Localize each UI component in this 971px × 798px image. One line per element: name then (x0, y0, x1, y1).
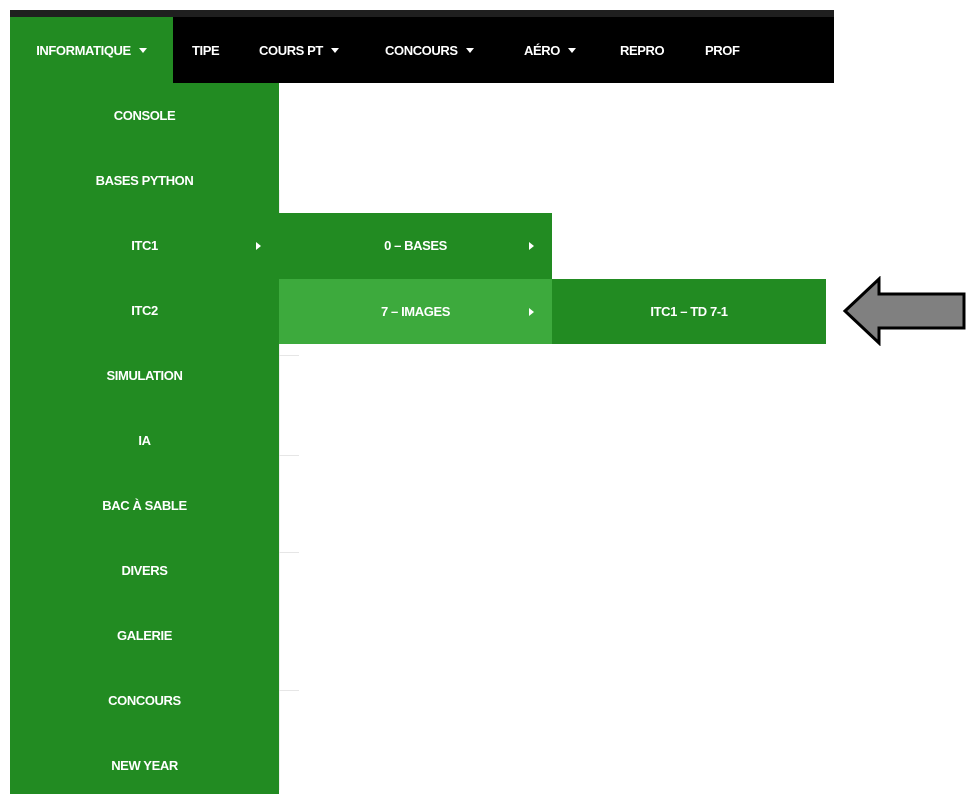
nav-item-repro[interactable]: REPRO (620, 17, 665, 83)
menu-item-itc1-td-7-1[interactable]: ITC1 – TD 7-1 (552, 279, 826, 344)
menu-item-0-bases[interactable]: 0 – BASES (279, 213, 552, 278)
menu-item-bases-python[interactable]: BASES PYTHON (10, 148, 279, 213)
informatique-dropdown-menu: CONSOLE BASES PYTHON ITC1 ITC2 SIMULATIO… (10, 83, 279, 794)
menu-item-label: ITC1 – TD 7-1 (650, 304, 728, 319)
caret-right-icon (256, 242, 261, 250)
menu-item-simulation[interactable]: SIMULATION (10, 343, 279, 408)
menu-item-label: BAC À SABLE (102, 498, 187, 513)
nav-item-cours-pt[interactable]: COURS PT (259, 17, 339, 83)
menu-item-divers[interactable]: DIVERS (10, 538, 279, 603)
images-submenu: ITC1 – TD 7-1 (552, 279, 826, 344)
page-content-divider (279, 455, 299, 456)
nav-item-concours[interactable]: CONCOURS (385, 17, 474, 83)
navbar-top-strip (10, 10, 834, 17)
caret-down-icon (567, 47, 576, 53)
nav-item-label: INFORMATIQUE (36, 42, 131, 58)
menu-item-ia[interactable]: IA (10, 408, 279, 473)
nav-item-label: AÉRO (524, 42, 560, 58)
menu-item-itc2[interactable]: ITC2 (10, 278, 279, 343)
caret-down-icon (330, 47, 339, 53)
page-content-divider (279, 552, 299, 553)
menu-item-label: ITC1 (131, 238, 158, 253)
menu-item-label: SIMULATION (106, 368, 183, 383)
nav-item-aero[interactable]: AÉRO (524, 17, 576, 83)
menu-item-label: 7 – IMAGES (381, 304, 450, 319)
nav-item-informatique[interactable]: INFORMATIQUE (10, 17, 173, 83)
menu-item-7-images[interactable]: 7 – IMAGES (279, 279, 552, 344)
nav-item-label: COURS PT (259, 42, 323, 58)
nav-item-label: CONCOURS (385, 42, 458, 58)
menu-item-console[interactable]: CONSOLE (10, 83, 279, 148)
nav-item-label: TIPE (192, 42, 220, 58)
menu-item-label: ITC2 (131, 303, 158, 318)
caret-right-icon (529, 308, 534, 316)
page-content-divider (279, 355, 299, 356)
menu-item-label: 0 – BASES (384, 238, 447, 253)
menu-item-itc1[interactable]: ITC1 (10, 213, 279, 278)
nav-item-prof[interactable]: PROF (705, 17, 740, 83)
nav-item-tipe[interactable]: TIPE (192, 17, 220, 83)
menu-item-concours[interactable]: CONCOURS (10, 668, 279, 733)
menu-item-label: GALERIE (117, 628, 172, 643)
menu-item-label: DIVERS (121, 563, 168, 578)
caret-down-icon (465, 47, 474, 53)
menu-item-new-year[interactable]: NEW YEAR (10, 733, 279, 798)
menu-item-label: IA (138, 433, 151, 448)
left-arrow-icon (842, 276, 966, 346)
nav-item-label: REPRO (620, 42, 665, 58)
menu-item-galerie[interactable]: GALERIE (10, 603, 279, 668)
menu-item-label: BASES PYTHON (95, 173, 194, 188)
main-navbar: INFORMATIQUE TIPE COURS PT CONCOURS AÉRO… (10, 10, 834, 83)
menu-item-bac-a-sable[interactable]: BAC À SABLE (10, 473, 279, 538)
nav-item-label: PROF (705, 42, 740, 58)
menu-item-label: NEW YEAR (111, 758, 178, 773)
itc1-submenu: 0 – BASES 7 – IMAGES (279, 213, 552, 344)
menu-item-label: CONSOLE (113, 108, 176, 123)
caret-down-icon (138, 47, 147, 53)
page-content-divider (279, 690, 299, 691)
menu-item-label: CONCOURS (108, 693, 181, 708)
caret-right-icon (529, 242, 534, 250)
